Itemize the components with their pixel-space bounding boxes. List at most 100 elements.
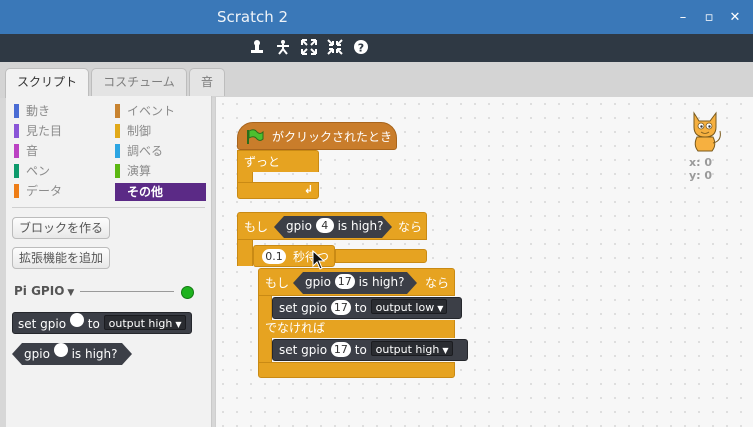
- category-label: その他: [127, 185, 164, 199]
- if-block-outer[interactable]: もし gpio 4 is high? なら: [237, 212, 427, 240]
- cut-scissors-icon[interactable]: [274, 39, 292, 57]
- if-else-block-inner[interactable]: もし gpio 17 is high? なら: [258, 268, 455, 296]
- make-block-button[interactable]: ブロックを作る: [12, 217, 111, 239]
- category-label: ペン: [26, 164, 51, 178]
- grow-icon[interactable]: [300, 39, 318, 57]
- tab-scripts[interactable]: スクリプト: [5, 68, 89, 98]
- category-sound[interactable]: 音: [14, 142, 109, 160]
- if-label: もし: [265, 276, 290, 290]
- maximize-icon[interactable]: ▫: [702, 11, 716, 25]
- category-operators[interactable]: 演算: [115, 162, 206, 180]
- palette-set-gpio-block[interactable]: set gpio to output high ▼: [12, 312, 192, 334]
- forever-arm: [237, 172, 253, 182]
- output-mode-dropdown[interactable]: output high ▼: [103, 315, 186, 330]
- block-text: is high?: [337, 219, 384, 233]
- when-flag-clicked-hat-block[interactable]: がクリックされたとき: [237, 122, 397, 150]
- window-title: Scratch 2: [216, 8, 289, 26]
- pin-input[interactable]: 17: [330, 300, 351, 315]
- category-color-swatch: [14, 164, 19, 178]
- if-inner-arm: [258, 296, 272, 320]
- tab-sounds[interactable]: 音: [189, 68, 225, 96]
- category-label: データ: [26, 184, 63, 198]
- shrink-icon[interactable]: [326, 39, 344, 57]
- forever-label: ずっと: [244, 155, 281, 169]
- pin-input[interactable]: [54, 343, 68, 357]
- category-label: 調べる: [127, 144, 164, 158]
- block-text: gpio: [305, 275, 331, 289]
- block-text: gpio: [40, 317, 67, 331]
- sprite-cat-icon: [693, 111, 721, 152]
- seconds-input[interactable]: 0.1: [262, 249, 286, 264]
- dropdown-value: output high: [375, 343, 440, 356]
- dropdown-value: output high: [108, 317, 173, 330]
- mouse-cursor-icon: [312, 250, 326, 270]
- tab-costumes[interactable]: コスチューム: [91, 68, 187, 96]
- duplicate-stamp-icon[interactable]: [248, 39, 266, 57]
- gpio-is-high-condition[interactable]: gpio 17 is high?: [293, 272, 417, 294]
- category-label: 音: [26, 144, 39, 158]
- extension-header[interactable]: Pi GPIO ▼: [14, 284, 74, 298]
- category-label: 見た目: [26, 124, 63, 138]
- extension-menu-chevron-icon[interactable]: ▼: [67, 288, 74, 298]
- block-text: to: [87, 317, 100, 331]
- hat-label: がクリックされたとき: [272, 130, 393, 144]
- block-text: is high?: [358, 275, 405, 289]
- category-color-swatch: [115, 164, 120, 178]
- block-text: set: [279, 301, 298, 315]
- forever-block[interactable]: ずっと: [237, 150, 319, 172]
- if-outer-bottom: [335, 249, 427, 263]
- if-outer-arm: [237, 240, 253, 266]
- svg-text:?: ?: [358, 42, 364, 55]
- category-color-swatch: [14, 184, 19, 198]
- close-icon[interactable]: ✕: [728, 11, 742, 25]
- pin-input[interactable]: 4: [316, 218, 334, 233]
- block-text: gpio: [301, 301, 328, 315]
- green-flag-icon: [247, 129, 264, 144]
- category-looks[interactable]: 見た目: [14, 122, 109, 140]
- add-extension-button[interactable]: 拡張機能を追加: [12, 247, 111, 269]
- category-label: 動き: [26, 104, 51, 118]
- category-color-swatch: [14, 124, 19, 138]
- category-label: 制御: [127, 124, 152, 138]
- block-text: set: [279, 343, 298, 357]
- output-mode-dropdown[interactable]: output high ▼: [370, 341, 453, 356]
- pin-input[interactable]: [69, 313, 84, 327]
- block-text: to: [354, 343, 367, 357]
- category-color-swatch: [14, 104, 19, 118]
- gpio-is-high-condition[interactable]: gpio 4 is high?: [274, 216, 392, 238]
- else-arm: [258, 338, 272, 362]
- if-else-bottom: [258, 362, 455, 378]
- category-more-blocks[interactable]: その他: [115, 183, 206, 201]
- if-label: もし: [244, 220, 269, 234]
- pin-input[interactable]: 17: [335, 274, 355, 289]
- output-mode-dropdown[interactable]: output low ▼: [370, 299, 448, 314]
- dropdown-arrow-icon: ▼: [437, 304, 444, 313]
- extension-status-indicator: [181, 286, 194, 299]
- forever-bottom: ↲: [237, 182, 319, 199]
- category-color-swatch: [14, 144, 19, 158]
- category-events[interactable]: イベント: [115, 102, 206, 120]
- block-text: set: [18, 317, 37, 331]
- palette-divider: [12, 207, 205, 208]
- category-pen[interactable]: ペン: [14, 162, 109, 180]
- help-icon[interactable]: ?: [352, 39, 370, 57]
- block-text: gpio: [24, 347, 50, 361]
- else-label: でなければ: [265, 321, 326, 335]
- category-control[interactable]: 制御: [115, 122, 206, 140]
- category-color-swatch: [115, 144, 120, 158]
- set-gpio-output-low-block[interactable]: set gpio 17 to output low ▼: [272, 297, 462, 319]
- category-sensing[interactable]: 調べる: [115, 142, 206, 160]
- extension-name: Pi GPIO: [14, 284, 65, 298]
- toolbar: ?: [0, 34, 753, 62]
- palette-gpio-is-high-block[interactable]: gpio is high?: [12, 343, 132, 365]
- pin-input[interactable]: 17: [330, 342, 351, 357]
- minimize-icon[interactable]: –: [676, 11, 690, 25]
- set-gpio-output-high-block[interactable]: set gpio 17 to output high ▼: [272, 339, 468, 361]
- category-motion[interactable]: 動き: [14, 102, 109, 120]
- block-text: gpio: [286, 219, 312, 233]
- sprite-y-coordinate: y: 0: [689, 169, 713, 182]
- block-text: is high?: [71, 347, 118, 361]
- category-data[interactable]: データ: [14, 182, 109, 200]
- title-bar: Scratch 2 – ▫ ✕: [0, 0, 753, 34]
- sprite-x-coordinate: x: 0: [689, 156, 712, 169]
